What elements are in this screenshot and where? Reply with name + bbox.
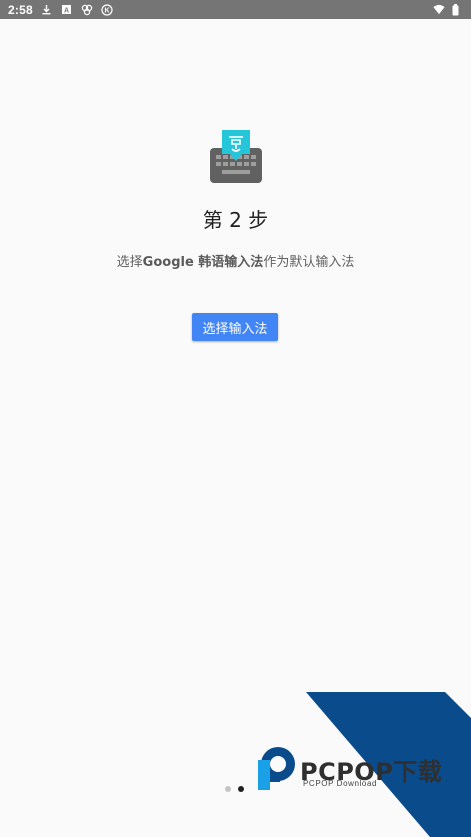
watermark-background bbox=[306, 692, 471, 837]
page-indicator bbox=[225, 786, 244, 792]
select-input-method-button[interactable]: 选择输入法 bbox=[192, 313, 278, 341]
instruction-prefix: 选择 bbox=[116, 255, 143, 270]
download-icon bbox=[41, 4, 53, 16]
page-dot-inactive[interactable] bbox=[225, 786, 231, 792]
korean-keyboard-logo-icon bbox=[208, 128, 264, 184]
keyboard-a-icon: A bbox=[61, 4, 73, 16]
svg-text:K: K bbox=[104, 7, 109, 14]
step-title: 第 2 步 bbox=[202, 208, 269, 232]
gbs-icon bbox=[81, 4, 93, 16]
page-dot-active[interactable] bbox=[238, 786, 244, 792]
battery-icon bbox=[449, 3, 461, 16]
pcpop-logo-icon bbox=[254, 744, 298, 792]
instruction-suffix: 作为默认输入法 bbox=[263, 255, 355, 270]
instruction-text: 选择Google 韩语输入法作为默认输入法 bbox=[0, 251, 471, 270]
k-circle-icon: K bbox=[101, 3, 113, 16]
wifi-icon bbox=[433, 4, 445, 16]
watermark-subtitle: PCPOP Download bbox=[303, 779, 378, 788]
instruction-highlight: Google 韩语输入法 bbox=[142, 255, 264, 270]
svg-text:A: A bbox=[64, 8, 69, 15]
status-bar: 2:58 A K bbox=[0, 0, 471, 19]
status-time: 2:58 bbox=[8, 2, 33, 17]
